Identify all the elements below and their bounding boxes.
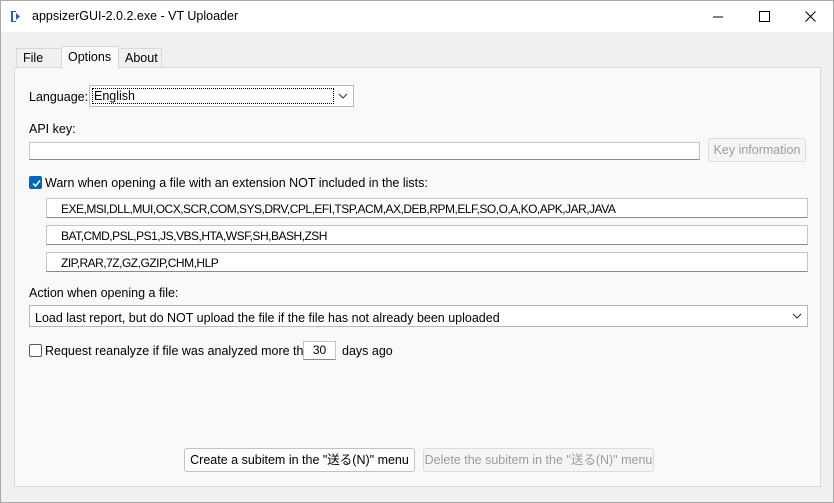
tab-file[interactable]: File — [16, 48, 62, 68]
action-select[interactable]: Load last report, but do NOT upload the … — [29, 305, 808, 327]
app-icon — [11, 11, 20, 22]
extension-list-scripts[interactable]: BAT,CMD,PSL,PS1,JS,VBS,HTA,WSF,SH,BASH,Z… — [46, 225, 808, 245]
minimize-button[interactable] — [695, 1, 741, 32]
tab-options-label: Options — [68, 50, 112, 64]
language-label: Language: — [29, 90, 89, 104]
delete-subitem-button[interactable]: Delete the subitem in the "送る(N)" menu — [423, 448, 654, 472]
client-area: File Options About Language: English API… — [1, 32, 833, 502]
action-value: Load last report, but do NOT upload the … — [34, 311, 501, 325]
warn-checkbox-label: Warn when opening a file with an extensi… — [45, 176, 428, 190]
checkmark-icon — [32, 180, 41, 188]
maximize-button[interactable] — [741, 1, 787, 32]
close-button[interactable] — [787, 1, 833, 32]
options-panel: Language: English API key: Key informati… — [14, 67, 821, 487]
title-bar[interactable]: appsizerGUI-2.0.2.exe - VT Uploader — [1, 1, 833, 32]
minimize-icon — [713, 16, 723, 17]
key-information-button[interactable]: Key information — [708, 138, 806, 162]
close-icon — [804, 11, 816, 22]
reanalyze-days-input[interactable]: 30 — [303, 341, 336, 360]
app-window: appsizerGUI-2.0.2.exe - VT Uploader File — [0, 0, 834, 503]
extension-list-archives[interactable]: ZIP,RAR,7Z,GZ,GZIP,CHM,HLP — [46, 252, 808, 272]
language-select[interactable]: English — [89, 85, 354, 107]
reanalyze-label: Request reanalyze if file was analyzed m… — [45, 344, 318, 358]
action-label: Action when opening a file: — [29, 286, 179, 300]
chevron-down-icon — [792, 313, 802, 319]
create-subitem-button[interactable]: Create a subitem in the "送る(N)" menu — [184, 448, 415, 472]
warn-checkbox[interactable] — [29, 176, 42, 189]
tab-file-label: File — [23, 51, 44, 65]
language-value: English — [92, 88, 334, 104]
window-title: appsizerGUI-2.0.2.exe - VT Uploader — [32, 9, 239, 23]
reanalyze-checkbox[interactable] — [29, 344, 42, 357]
extension-list-executables[interactable]: EXE,MSI,DLL,MUI,OCX,SCR,COM,SYS,DRV,CPL,… — [46, 198, 808, 218]
tab-options[interactable]: Options — [61, 46, 119, 69]
api-key-input[interactable] — [29, 142, 700, 160]
maximize-icon — [758, 11, 770, 22]
days-ago-label: days ago — [342, 344, 393, 358]
tab-about[interactable]: About — [118, 48, 162, 68]
api-key-label: API key: — [29, 122, 76, 136]
tab-about-label: About — [125, 51, 158, 65]
chevron-down-icon — [338, 93, 348, 99]
